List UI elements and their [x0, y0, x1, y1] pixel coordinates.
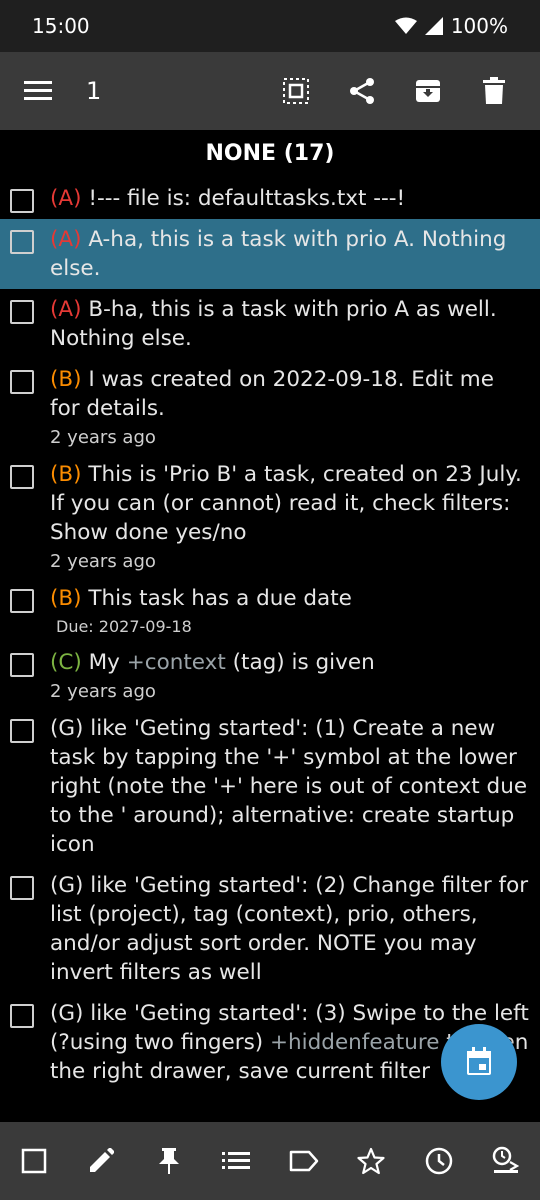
- task-description-end: (tag) is given: [225, 650, 375, 675]
- label-icon[interactable]: [280, 1137, 328, 1185]
- task-content: (B) This is 'Prio B' a task, created on …: [50, 460, 530, 572]
- add-date-button[interactable]: [441, 1024, 517, 1100]
- task-checkbox[interactable]: [10, 589, 34, 613]
- battery-level: 100%: [450, 14, 508, 38]
- clock-icon[interactable]: [415, 1137, 463, 1185]
- menu-icon[interactable]: [14, 67, 62, 115]
- task-row[interactable]: (B) I was created on 2022-09-18. Edit me…: [0, 359, 540, 454]
- task-checkbox[interactable]: [10, 230, 34, 254]
- task-priority: (G): [50, 873, 84, 898]
- task-priority: (A): [50, 186, 82, 211]
- task-text: (G) like 'Geting started': (1) Create a …: [50, 714, 530, 859]
- task-content: (C) My +context (tag) is given 2 years a…: [50, 648, 530, 702]
- task-description: My: [81, 650, 127, 675]
- task-content: (G) like 'Geting started': (1) Create a …: [50, 714, 530, 859]
- signal-icon: [424, 17, 443, 35]
- task-description: This is 'Prio B' a task, created on 23 J…: [50, 462, 522, 545]
- task-checkbox[interactable]: [10, 300, 34, 324]
- task-description: I was created on 2022-09-18. Edit me for…: [50, 367, 494, 421]
- star-icon[interactable]: [347, 1137, 395, 1185]
- task-age: 2 years ago: [50, 551, 156, 572]
- task-content: (A) B-ha, this is a task with prio A as …: [50, 295, 530, 353]
- task-priority: (B): [50, 367, 82, 392]
- task-text: (G) like 'Geting started': (2) Change fi…: [50, 871, 530, 987]
- checkbox-icon[interactable]: [10, 1137, 58, 1185]
- task-row[interactable]: (B) This task has a due date Due: 2027-0…: [0, 578, 540, 642]
- task-priority: (G): [50, 716, 84, 741]
- task-row[interactable]: (G) like 'Geting started': (2) Change fi…: [0, 865, 540, 993]
- task-row[interactable]: (B) This is 'Prio B' a task, created on …: [0, 454, 540, 578]
- task-checkbox[interactable]: [10, 189, 34, 213]
- task-checkbox[interactable]: [10, 1004, 34, 1028]
- calendar-icon: [465, 1047, 493, 1077]
- task-text: (C) My +context (tag) is given: [50, 648, 530, 677]
- task-context-tag: +context: [126, 650, 226, 675]
- status-right: 100%: [394, 14, 508, 38]
- task-row[interactable]: (A) B-ha, this is a task with prio A as …: [0, 289, 540, 359]
- task-checkbox[interactable]: [10, 719, 34, 743]
- task-due-date: Due: 2027-09-18: [56, 617, 192, 636]
- pin-icon[interactable]: [145, 1137, 193, 1185]
- section-header: NONE (17): [0, 130, 540, 178]
- task-content: (B) This task has a due date Due: 2027-0…: [50, 584, 530, 636]
- task-content: (B) I was created on 2022-09-18. Edit me…: [50, 365, 530, 448]
- task-content: (A) !--- file is: defaulttasks.txt ---!: [50, 184, 530, 213]
- task-priority: (B): [50, 462, 82, 487]
- task-checkbox[interactable]: [10, 465, 34, 489]
- task-row[interactable]: (G) like 'Geting started': (1) Create a …: [0, 708, 540, 865]
- task-text: (B) This is 'Prio B' a task, created on …: [50, 460, 530, 547]
- task-priority: (G): [50, 1001, 84, 1026]
- task-text: (B) I was created on 2022-09-18. Edit me…: [50, 365, 530, 423]
- toolbar-actions: [272, 67, 518, 115]
- task-row[interactable]: (A) A-ha, this is a task with prio A. No…: [0, 219, 540, 289]
- task-row[interactable]: (C) My +context (tag) is given 2 years a…: [0, 642, 540, 708]
- delete-icon[interactable]: [470, 67, 518, 115]
- task-priority: (A): [50, 297, 82, 322]
- task-age: 2 years ago: [50, 427, 156, 448]
- task-priority: (A): [50, 227, 82, 252]
- threshold-icon[interactable]: [482, 1137, 530, 1185]
- task-description: This task has a due date: [81, 586, 352, 611]
- task-description: !--- file is: defaulttasks.txt ---!: [81, 186, 406, 211]
- task-text: (A) !--- file is: defaulttasks.txt ---!: [50, 184, 530, 213]
- status-bar: 15:00 100%: [0, 0, 540, 52]
- task-priority: (B): [50, 586, 82, 611]
- list-icon[interactable]: [212, 1137, 260, 1185]
- task-description: like 'Geting started': (2) Change filter…: [50, 873, 529, 985]
- wifi-icon: [394, 17, 417, 35]
- task-priority: (C): [50, 650, 82, 675]
- selection-count: 1: [86, 77, 102, 105]
- task-row[interactable]: (A) !--- file is: defaulttasks.txt ---!: [0, 178, 540, 219]
- task-content: (G) like 'Geting started': (2) Change fi…: [50, 871, 530, 987]
- task-checkbox[interactable]: [10, 370, 34, 394]
- task-description: B-ha, this is a task with prio A as well…: [50, 297, 497, 351]
- task-checkbox[interactable]: [10, 876, 34, 900]
- bottom-toolbar: [0, 1122, 540, 1200]
- task-text: (A) B-ha, this is a task with prio A as …: [50, 295, 530, 353]
- status-time: 15:00: [32, 14, 90, 38]
- archive-icon[interactable]: [404, 67, 452, 115]
- task-list: (A) !--- file is: defaulttasks.txt ---! …: [0, 178, 540, 1122]
- task-description: like 'Geting started': (1) Create a new …: [50, 716, 528, 857]
- select-all-icon[interactable]: [272, 67, 320, 115]
- task-age: 2 years ago: [50, 681, 156, 702]
- task-content: (A) A-ha, this is a task with prio A. No…: [50, 225, 530, 283]
- task-text: (B) This task has a due date: [50, 584, 530, 613]
- edit-icon[interactable]: [77, 1137, 125, 1185]
- task-checkbox[interactable]: [10, 653, 34, 677]
- share-icon[interactable]: [338, 67, 386, 115]
- top-toolbar: 1: [0, 52, 540, 130]
- task-text: (A) A-ha, this is a task with prio A. No…: [50, 225, 530, 283]
- task-context-tag: +hiddenfeature: [270, 1030, 440, 1055]
- task-description: A-ha, this is a task with prio A. Nothin…: [50, 227, 507, 281]
